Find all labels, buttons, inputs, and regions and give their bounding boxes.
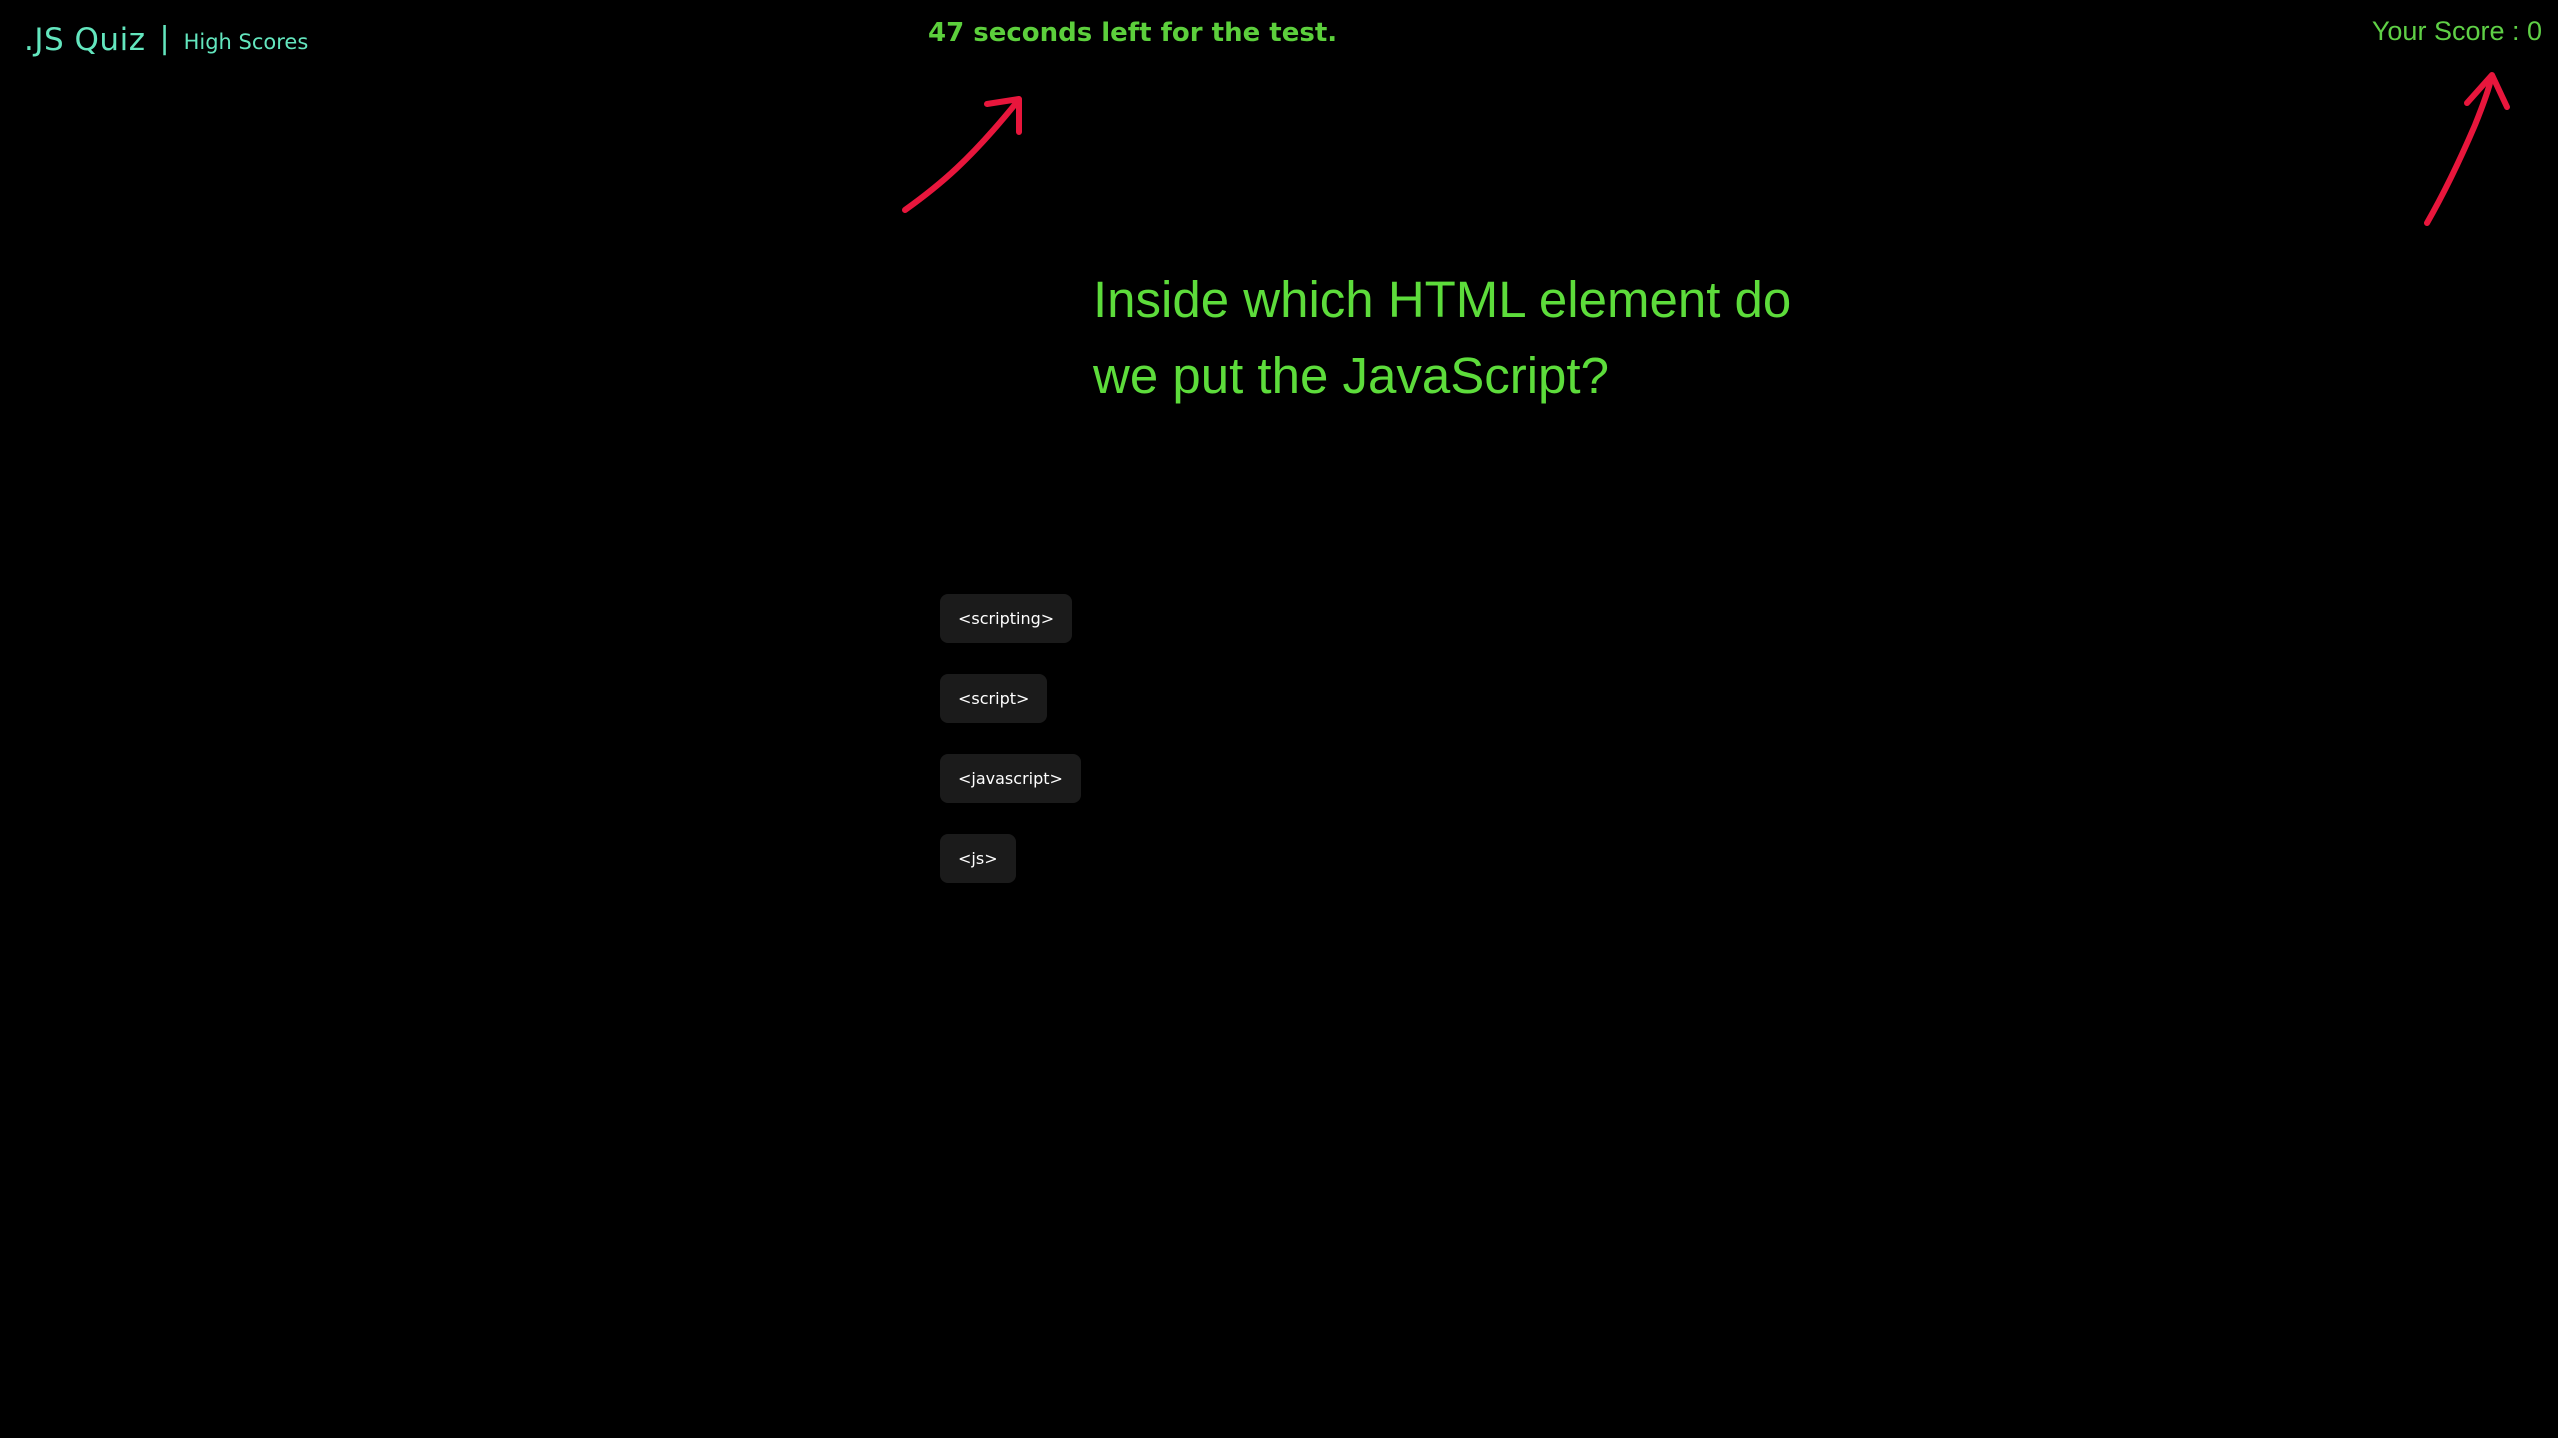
answer-choice-button[interactable]: <scripting> [940, 594, 1073, 643]
answer-choice-button[interactable]: <js> [940, 834, 1016, 883]
answer-choice-button[interactable]: <script> [940, 674, 1048, 723]
annotation-arrow-score-icon [2424, 72, 2510, 226]
high-scores-link[interactable]: High Scores [184, 30, 309, 54]
question-text: Inside which HTML element do we put the … [1093, 271, 1792, 404]
header-separator: | [159, 20, 170, 56]
app-header-brand: .JS Quiz | High Scores [24, 16, 308, 64]
score-display: Your Score : 0 [2371, 16, 2542, 46]
annotation-arrow-timer-icon [902, 96, 1022, 213]
answer-choice-button[interactable]: <javascript> [940, 754, 1081, 803]
app-title-link[interactable]: .JS Quiz [24, 22, 145, 58]
timer-text: 47 seconds left for the test. [928, 18, 1338, 48]
answer-choices: <scripting> <script> <javascript> <js> [940, 594, 1081, 883]
